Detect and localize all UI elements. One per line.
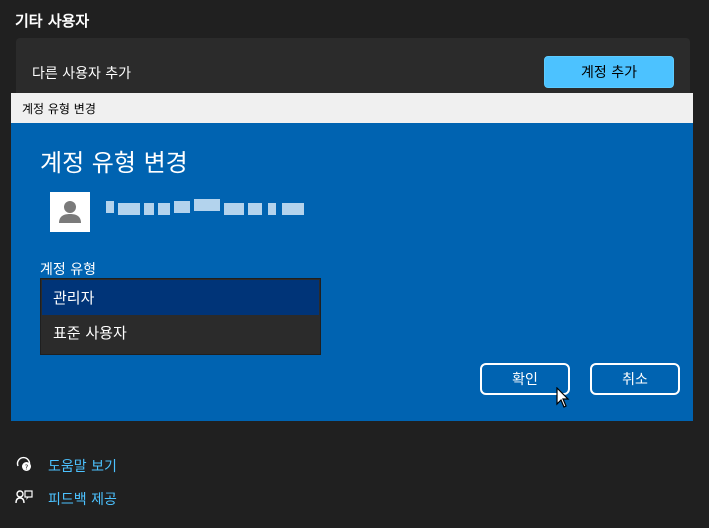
dialog-window-title: 계정 유형 변경 [22, 102, 96, 116]
account-type-label: 계정 유형 [40, 262, 96, 278]
help-icon: ? [15, 455, 33, 477]
user-avatar-icon [50, 192, 90, 232]
change-account-type-dialog: 계정 유형 변경 계정 유형 변경 계정 유형 관리자 표준 사용자 확인 취소 [11, 93, 693, 421]
add-other-user-card: 다른 사용자 추가 계정 추가 [16, 38, 690, 100]
dialog-heading: 계정 유형 변경 [40, 149, 188, 177]
help-link[interactable]: 도움말 보기 [48, 456, 117, 476]
dialog-titlebar: 계정 유형 변경 [11, 93, 693, 123]
add-account-button[interactable]: 계정 추가 [544, 56, 674, 88]
add-other-user-label: 다른 사용자 추가 [32, 66, 132, 82]
section-title: 기타 사용자 [15, 12, 90, 30]
feedback-icon [15, 489, 33, 511]
option-standard-user[interactable]: 표준 사용자 [42, 315, 319, 350]
mouse-pointer-icon [556, 386, 570, 413]
svg-text:?: ? [25, 464, 29, 472]
cancel-button[interactable]: 취소 [590, 363, 680, 395]
feedback-link[interactable]: 피드백 제공 [48, 489, 117, 509]
user-email-redacted [106, 199, 306, 215]
account-type-listbox[interactable]: 관리자 표준 사용자 [40, 278, 321, 355]
option-administrator[interactable]: 관리자 [42, 280, 319, 315]
